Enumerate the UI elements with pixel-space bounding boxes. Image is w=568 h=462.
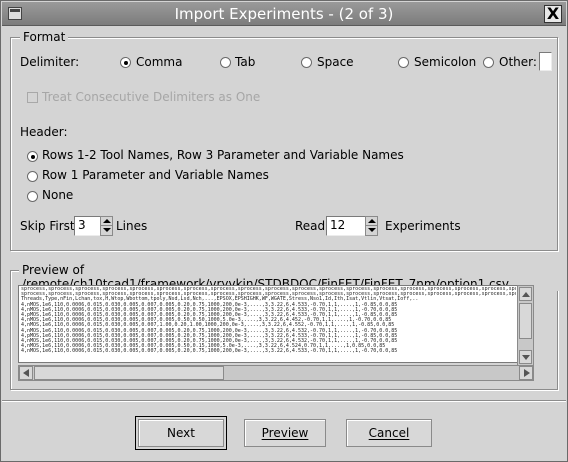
scroll-up-icon[interactable] — [519, 287, 532, 301]
horizontal-scroll-thumb[interactable] — [34, 366, 224, 380]
delimiter-other-label[interactable]: Other: — [499, 55, 537, 69]
delimiter-semicolon-label[interactable]: Semicolon — [414, 55, 476, 69]
experiments-label: Experiments — [385, 219, 461, 233]
skip-first-increment-icon[interactable] — [101, 217, 112, 226]
format-legend: Format — [20, 30, 69, 44]
preview-text-area[interactable]: sprocess,sprocess,sprocess,sprocess,spro… — [18, 285, 534, 363]
close-button[interactable]: X — [544, 5, 562, 23]
delimiter-semicolon-radio[interactable] — [398, 57, 409, 68]
scroll-right-icon[interactable] — [519, 366, 533, 380]
preview-horizontal-scrollbar[interactable] — [18, 365, 534, 381]
delimiter-other-radio[interactable] — [483, 57, 494, 68]
read-input[interactable]: 12 — [326, 216, 366, 236]
close-icon: X — [546, 4, 560, 23]
delimiter-comma-radio[interactable] — [120, 57, 131, 68]
treat-consecutive-label: Treat Consecutive Delimiters as One — [42, 90, 261, 104]
next-button[interactable]: Next — [135, 416, 227, 450]
preview-vertical-scrollbar[interactable] — [517, 285, 534, 366]
button-separator — [2, 400, 566, 402]
treat-consecutive-checkbox[interactable] — [27, 92, 38, 103]
cancel-button[interactable]: Cancel — [346, 419, 432, 447]
skip-first-input[interactable]: 3 — [74, 216, 101, 236]
window-title: Import Experiments - (2 of 3) — [174, 5, 394, 23]
header-row-1-label[interactable]: Row 1 Parameter and Variable Names — [42, 168, 269, 182]
header-none-label[interactable]: None — [42, 188, 73, 202]
delimiter-space-label[interactable]: Space — [317, 55, 354, 69]
header-rows-1-2-radio[interactable] — [27, 151, 38, 162]
vertical-scroll-thumb[interactable] — [519, 303, 532, 339]
scroll-down-icon[interactable] — [519, 350, 532, 364]
delimiter-label: Delimiter: — [20, 55, 80, 69]
header-rows-1-2-label[interactable]: Rows 1-2 Tool Names, Row 3 Parameter and… — [42, 148, 404, 162]
preview-button[interactable]: Preview — [244, 419, 326, 447]
skip-first-spinner[interactable] — [100, 216, 113, 236]
skip-first-decrement-icon[interactable] — [101, 226, 112, 235]
cancel-button-label: Cancel — [368, 426, 410, 440]
import-experiments-dialog: Import Experiments - (2 of 3) X Format D… — [0, 0, 568, 462]
preview-content: sprocess,sprocess,sprocess,sprocess,spro… — [20, 287, 516, 363]
preview-line: 4,nMOS,1e6,110,0.0006,0.015,0.030,0.005,… — [21, 348, 398, 355]
delimiter-space-radio[interactable] — [301, 57, 312, 68]
read-decrement-icon[interactable] — [366, 226, 377, 235]
next-button-label: Next — [167, 426, 195, 440]
preview-button-label: Preview — [261, 426, 309, 440]
scroll-left-icon[interactable] — [19, 366, 33, 380]
read-spinner[interactable] — [365, 216, 378, 236]
skip-first-label: Skip First — [20, 219, 75, 233]
delimiter-comma-label[interactable]: Comma — [136, 55, 182, 69]
read-increment-icon[interactable] — [366, 217, 377, 226]
read-label: Read — [295, 219, 326, 233]
title-bar[interactable]: Import Experiments - (2 of 3) X — [2, 2, 566, 26]
delimiter-other-input[interactable] — [539, 52, 552, 71]
header-row-1-radio[interactable] — [27, 171, 38, 182]
delimiter-tab-label[interactable]: Tab — [235, 55, 255, 69]
delimiter-tab-radio[interactable] — [220, 57, 231, 68]
lines-label: Lines — [116, 219, 148, 233]
header-label: Header: — [20, 125, 68, 139]
header-none-radio[interactable] — [27, 191, 38, 202]
